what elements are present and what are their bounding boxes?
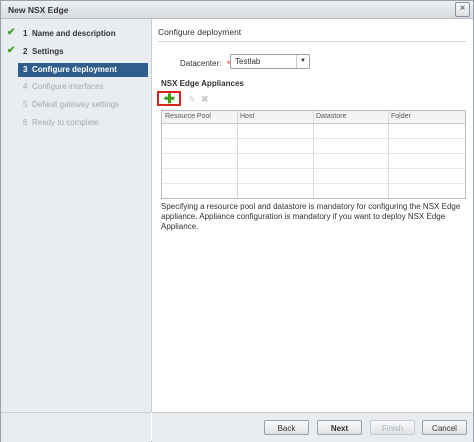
column-divider	[237, 111, 238, 198]
step-label: Settings	[32, 47, 64, 56]
step-configure-deployment[interactable]: 3 Configure deployment	[18, 63, 148, 77]
section-divider	[158, 41, 466, 42]
step-label: Configure interfaces	[32, 82, 104, 91]
step-number: 2	[23, 47, 28, 56]
add-appliance-button[interactable]: ✚	[157, 91, 181, 106]
edit-icon: ✎	[188, 94, 196, 104]
step-number: 1	[23, 29, 28, 38]
step-number: 3	[23, 65, 28, 74]
appliances-title: NSX Edge Appliances	[161, 79, 244, 88]
chevron-down-icon[interactable]: ▼	[296, 55, 309, 68]
check-icon: ✔	[7, 27, 16, 38]
sidebar-footer	[1, 412, 151, 442]
finish-button: Finish	[370, 420, 415, 435]
wizard-window: New NSX Edge × ✔ 1 Name and description …	[0, 0, 474, 442]
step-number: 4	[23, 82, 28, 91]
info-text: Specifying a resource pool and datastore…	[161, 202, 461, 231]
check-icon: ✔	[7, 45, 16, 56]
back-button[interactable]: Back	[264, 420, 309, 435]
datacenter-label: Datacenter:	[180, 59, 222, 68]
step-number: 6	[23, 118, 28, 127]
wizard-footer: Back Next Finish Cancel	[152, 412, 473, 442]
column-header-host[interactable]: Host	[240, 113, 254, 120]
step-label: Default gateway settings	[32, 100, 120, 109]
section-title: Configure deployment	[158, 27, 242, 37]
step-name-and-description[interactable]: ✔ 1 Name and description	[1, 27, 151, 41]
datacenter-value: Testlab	[235, 57, 261, 66]
table-row	[162, 138, 465, 139]
table-row	[162, 183, 465, 184]
wizard-steps-sidebar: ✔ 1 Name and description ✔ 2 Settings 3 …	[1, 19, 152, 412]
step-ready-to-complete: 6 Ready to complete	[1, 116, 151, 130]
step-label: Name and description	[32, 29, 116, 38]
column-header-folder[interactable]: Folder	[391, 113, 411, 120]
step-default-gateway-settings: 5 Default gateway settings	[1, 98, 151, 112]
table-row	[162, 168, 465, 169]
appliances-table: Resource Pool Host Datastore Folder	[161, 110, 466, 199]
column-header-resource-pool[interactable]: Resource Pool	[165, 113, 211, 120]
cancel-button[interactable]: Cancel	[422, 420, 467, 435]
column-header-datastore[interactable]: Datastore	[316, 113, 346, 120]
step-configure-interfaces: 4 Configure interfaces	[1, 80, 151, 94]
step-number: 5	[23, 100, 28, 109]
table-row	[162, 153, 465, 154]
configure-deployment-panel: Configure deployment Datacenter: * Testl…	[152, 19, 473, 412]
step-label: Ready to complete	[32, 118, 99, 127]
close-button[interactable]: ×	[455, 2, 470, 17]
delete-icon: ✖	[201, 94, 209, 104]
title-bar: New NSX Edge ×	[1, 1, 473, 19]
step-label: Configure deployment	[32, 65, 117, 74]
window-title: New NSX Edge	[8, 5, 69, 15]
step-settings[interactable]: ✔ 2 Settings	[1, 45, 151, 59]
datacenter-select[interactable]: Testlab ▼	[230, 54, 310, 69]
column-divider	[313, 111, 314, 198]
next-button[interactable]: Next	[317, 420, 362, 435]
column-divider	[388, 111, 389, 198]
plus-icon: ✚	[164, 91, 175, 106]
